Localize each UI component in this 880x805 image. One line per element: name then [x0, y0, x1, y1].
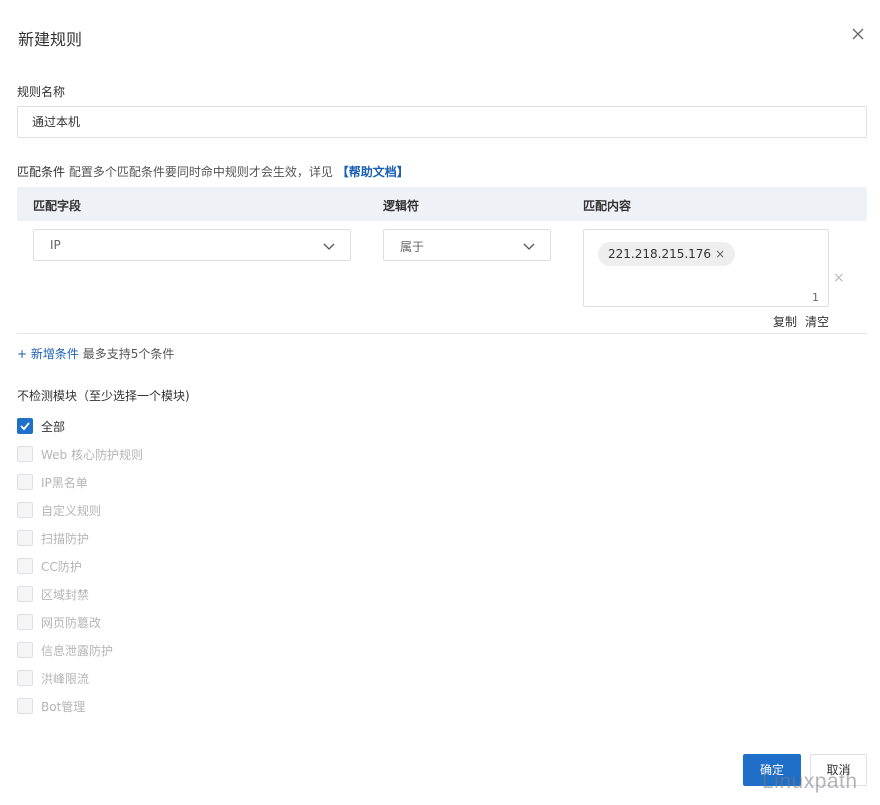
module-checkbox-web-core: Web 核心防护规则	[17, 445, 143, 463]
module-label: CC防护	[41, 559, 82, 574]
checkbox-disabled	[17, 670, 33, 686]
module-checkbox-all[interactable]: 全部	[17, 417, 65, 435]
checkbox-disabled	[17, 614, 33, 630]
checkbox-disabled	[17, 502, 33, 518]
module-label: Bot管理	[41, 699, 86, 714]
match-content-input[interactable]: 221.218.215.176 × 1	[583, 229, 829, 307]
operator-select-value: 属于	[400, 240, 425, 254]
checkbox-disabled	[17, 558, 33, 574]
ip-tag: 221.218.215.176 ×	[598, 242, 736, 266]
module-checkbox-rate-limit: 洪峰限流	[17, 669, 89, 687]
module-label: 洪峰限流	[41, 671, 90, 686]
remove-condition-icon[interactable]: ×	[833, 270, 845, 286]
help-doc-link[interactable]: 【帮助文档】	[337, 165, 409, 179]
tag-remove-icon[interactable]: ×	[715, 247, 725, 261]
module-checkbox-ip-blacklist: IP黑名单	[17, 473, 88, 491]
modules-title: 不检测模块（至少选择一个模块)	[17, 389, 190, 403]
field-select[interactable]: IP	[33, 229, 351, 261]
module-label: 网页防篡改	[41, 615, 102, 630]
module-label: 自定义规则	[41, 503, 102, 518]
check-icon	[20, 422, 30, 431]
checkbox-checked[interactable]	[17, 418, 33, 434]
field-select-value: IP	[50, 238, 61, 252]
tag-count: 1	[812, 291, 819, 304]
conditions-table-header: 匹配字段 逻辑符 匹配内容	[17, 187, 867, 221]
module-checkbox-cc-protection: CC防护	[17, 557, 82, 575]
chevron-down-icon	[523, 243, 535, 250]
ip-tag-label: 221.218.215.176	[608, 247, 712, 261]
dialog-title: 新建规则	[18, 30, 83, 49]
module-label: Web 核心防护规则	[41, 447, 143, 462]
chevron-down-icon	[323, 243, 335, 250]
module-checkbox-custom-rules: 自定义规则	[17, 501, 101, 519]
clear-button[interactable]: 清空	[805, 313, 829, 330]
operator-select[interactable]: 属于	[383, 229, 551, 261]
rule-name-input[interactable]: 通过本机	[17, 106, 867, 138]
rule-name-label: 规则名称	[17, 85, 66, 99]
module-checkbox-data-leak: 信息泄露防护	[17, 641, 113, 659]
checkbox-disabled	[17, 586, 33, 602]
module-label: 全部	[41, 419, 66, 434]
checkbox-disabled	[17, 642, 33, 658]
module-checkbox-anti-tamper: 网页防篡改	[17, 613, 101, 631]
conditions-description: 匹配条件 配置多个匹配条件要同时命中规则才会生效，详见 【帮助文档】	[17, 163, 409, 180]
add-condition-row: + 新增条件 最多支持5个条件	[17, 345, 174, 362]
add-condition-link[interactable]: + 新增条件	[17, 347, 79, 361]
column-header-content: 匹配内容	[583, 199, 632, 213]
module-label: 扫描防护	[41, 531, 90, 546]
module-checkbox-region-block: 区域封禁	[17, 585, 89, 603]
add-condition-hint: 最多支持5个条件	[82, 347, 175, 361]
copy-button[interactable]: 复制	[773, 313, 797, 330]
module-checkbox-scan-protection: 扫描防护	[17, 529, 89, 547]
close-icon[interactable]	[848, 24, 868, 44]
conditions-label: 匹配条件	[17, 165, 66, 179]
module-label: IP黑名单	[41, 475, 88, 490]
checkbox-disabled	[17, 530, 33, 546]
watermark: Linuxpath	[762, 770, 858, 793]
column-header-field: 匹配字段	[33, 199, 82, 213]
module-label: 信息泄露防护	[41, 643, 114, 658]
column-header-operator: 逻辑符	[383, 199, 420, 213]
conditions-hint: 配置多个匹配条件要同时命中规则才会生效，详见	[68, 165, 333, 179]
checkbox-disabled	[17, 698, 33, 714]
module-label: 区域封禁	[41, 587, 90, 602]
divider	[17, 333, 867, 334]
checkbox-disabled	[17, 474, 33, 490]
module-checkbox-bot-management: Bot管理	[17, 697, 85, 715]
checkbox-disabled	[17, 446, 33, 462]
